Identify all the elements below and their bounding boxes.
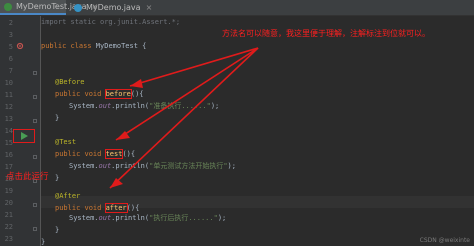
code-line: @After <box>55 190 80 202</box>
line-number: 22 <box>4 223 13 231</box>
code-line: } <box>55 172 59 184</box>
code-text: "准备执行......" <box>149 102 211 110</box>
fold-marker-icon[interactable] <box>33 95 37 99</box>
code-editor[interactable]: import static org.junit.Assert.*; public… <box>41 16 474 246</box>
line-number: 5 <box>8 43 13 51</box>
code-text: System. <box>69 162 99 170</box>
code-text: ); <box>217 214 227 222</box>
code-text: MyDemoTest { <box>95 42 147 50</box>
code-text: @Test <box>55 138 77 146</box>
code-text: public void <box>55 204 106 212</box>
code-text: "单元测试方法开始执行" <box>149 162 228 170</box>
code-text: } <box>41 238 46 246</box>
editor-tab-bar: MyDemoTest.java × MyDemo.java × <box>0 0 474 16</box>
java-class-icon <box>74 3 82 12</box>
code-line: System.out.println("准备执行......"); <box>69 100 219 112</box>
code-text: @After <box>55 192 81 200</box>
line-number: 2 <box>8 19 13 27</box>
run-arrow-icon <box>21 132 28 140</box>
line-number: 20 <box>4 199 13 207</box>
tab-mydemo[interactable]: MyDemo.java × <box>70 0 152 15</box>
fold-marker-icon[interactable] <box>33 71 37 75</box>
code-text: public class <box>41 42 96 50</box>
code-line: System.out.println("单元测试方法开始执行"); <box>69 160 236 172</box>
code-line: } <box>55 224 59 236</box>
line-number: 7 <box>8 67 13 75</box>
annotation-note-run: 点击此运行 <box>6 172 49 182</box>
code-text: (){ <box>122 150 136 158</box>
line-number: 16 <box>4 151 13 159</box>
code-line: import static org.junit.Assert.*; <box>41 16 180 28</box>
line-number: 11 <box>4 91 13 99</box>
test-class-gutter-icon[interactable] <box>16 42 24 50</box>
method-name-after: after <box>104 203 128 213</box>
method-name-test: test <box>104 149 124 159</box>
code-text: public void <box>55 150 106 158</box>
run-test-gutter-button[interactable] <box>13 129 35 143</box>
code-text: public void <box>55 90 106 98</box>
code-text: ); <box>227 162 236 170</box>
code-text: System. <box>69 102 99 110</box>
code-text: } <box>55 226 60 234</box>
fold-marker-icon[interactable] <box>33 155 37 159</box>
code-line: } <box>41 236 45 246</box>
code-text: (){ <box>126 204 140 212</box>
code-text: import static org.junit.Assert.*; <box>41 18 181 26</box>
method-name-before: before <box>104 89 132 99</box>
fold-marker-icon[interactable] <box>33 119 37 123</box>
code-text: .println( <box>111 214 150 222</box>
code-line: public void before(){ <box>55 88 144 100</box>
code-line: public void test(){ <box>55 148 135 160</box>
code-line: } <box>55 112 59 124</box>
code-line: @Before <box>55 76 85 88</box>
code-text: (){ <box>130 90 144 98</box>
line-number: 19 <box>4 187 13 195</box>
ide-editor-window: MyDemoTest.java × MyDemo.java × 2 3 5 6 … <box>0 0 474 246</box>
code-text: } <box>55 114 60 122</box>
code-text: } <box>55 174 60 182</box>
code-line: System.out.println("执行后执行......"); <box>69 212 226 224</box>
line-number: 15 <box>4 139 13 147</box>
tab-mydemotest[interactable]: MyDemoTest.java × <box>0 0 98 15</box>
annotation-note-method-name: 方法名可以随意，我这里便于理解，注解标注到位就可以。 <box>222 29 430 38</box>
line-number: 21 <box>4 211 13 219</box>
java-test-class-icon <box>4 2 12 11</box>
line-number: 12 <box>4 103 13 111</box>
code-text: .println( <box>111 102 150 110</box>
line-number: 23 <box>4 235 13 243</box>
code-line: @Test <box>55 136 76 148</box>
code-text: ); <box>210 102 220 110</box>
code-text: System. <box>69 214 99 222</box>
close-icon[interactable]: × <box>146 3 153 12</box>
fold-marker-icon[interactable] <box>33 227 37 231</box>
line-number: 6 <box>8 55 13 63</box>
tab-label: MyDemo.java <box>86 3 141 12</box>
line-number: 14 <box>4 127 13 135</box>
code-text: out <box>98 162 112 170</box>
line-number: 10 <box>4 79 13 87</box>
line-number: 13 <box>4 115 13 123</box>
fold-marker-icon[interactable] <box>33 203 37 207</box>
code-text: "执行后执行......" <box>149 214 218 222</box>
code-text: .println( <box>111 162 150 170</box>
watermark: CSDN @weixinte <box>419 237 470 244</box>
code-text: @Before <box>55 78 85 86</box>
line-number: 3 <box>8 31 13 39</box>
code-text: out <box>98 102 112 110</box>
code-line: public class MyDemoTest { <box>41 40 146 52</box>
code-text: out <box>98 214 112 222</box>
